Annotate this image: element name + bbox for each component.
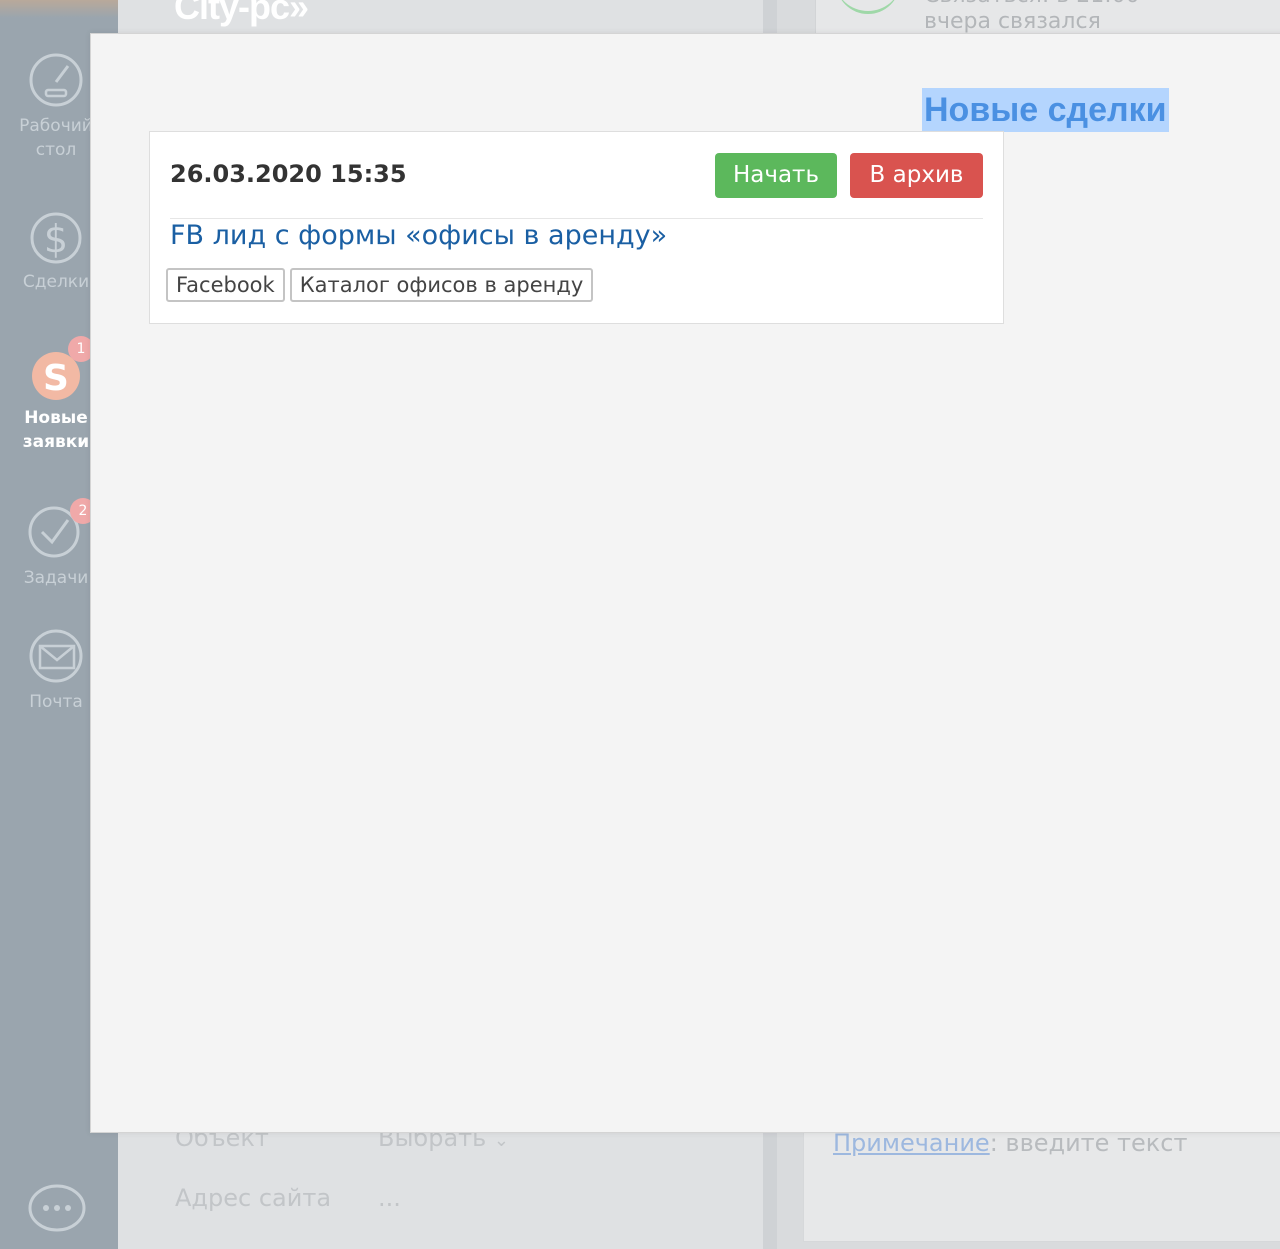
- sidebar-item-label: Сделки: [22, 272, 90, 292]
- contact-schedule-text: Связаться: в 21:00: [924, 0, 1140, 8]
- sidebar-item-label: Почта: [29, 692, 83, 712]
- sidebar-item-label: стол: [35, 140, 77, 160]
- note-link[interactable]: Примечание: [833, 1129, 990, 1157]
- sidebar-item-label: заявки: [22, 432, 90, 452]
- sidebar-item-label: Новые: [24, 408, 88, 428]
- site-field-value[interactable]: ...: [378, 1184, 401, 1212]
- deal-card: 26.03.2020 15:35 Начать В архив FB лид с…: [149, 131, 1004, 324]
- status-circle-icon: [836, 0, 900, 14]
- deal-title-link[interactable]: FB лид с формы «офисы в аренду»: [170, 220, 667, 251]
- note-input[interactable]: Примечание: введите текст: [833, 1129, 1187, 1157]
- deal-datetime: 26.03.2020 15:35: [170, 160, 407, 188]
- deal-tags: Facebook Каталог офисов в аренду: [166, 268, 594, 302]
- dollar-icon: $: [30, 212, 82, 264]
- archive-button[interactable]: В архив: [850, 153, 983, 198]
- modal-title: Новые сделки: [922, 88, 1169, 132]
- sidebar-item-label: Рабочий: [19, 116, 93, 136]
- card-divider: [170, 218, 983, 219]
- start-button[interactable]: Начать: [715, 153, 837, 198]
- svg-text:$: $: [44, 217, 68, 261]
- dashboard-gauge-icon: [29, 53, 83, 107]
- svg-text:S: S: [43, 358, 69, 399]
- tag-facebook: Facebook: [166, 268, 285, 302]
- chevron-down-icon: ⌄: [493, 1130, 510, 1151]
- tag-office-catalog: Каталог офисов в аренду: [289, 268, 594, 302]
- sidebar-item-label: Задачи: [23, 568, 89, 588]
- sidebar-top-strip: [0, 0, 118, 18]
- site-field-label: Адрес сайта: [175, 1184, 332, 1212]
- chat-icon[interactable]: [26, 1180, 88, 1242]
- note-placeholder: : введите текст: [989, 1129, 1188, 1157]
- background-page-title: City-pc»: [174, 0, 309, 27]
- contact-status-text: вчера связался: [924, 9, 1101, 34]
- mail-icon: [29, 629, 83, 683]
